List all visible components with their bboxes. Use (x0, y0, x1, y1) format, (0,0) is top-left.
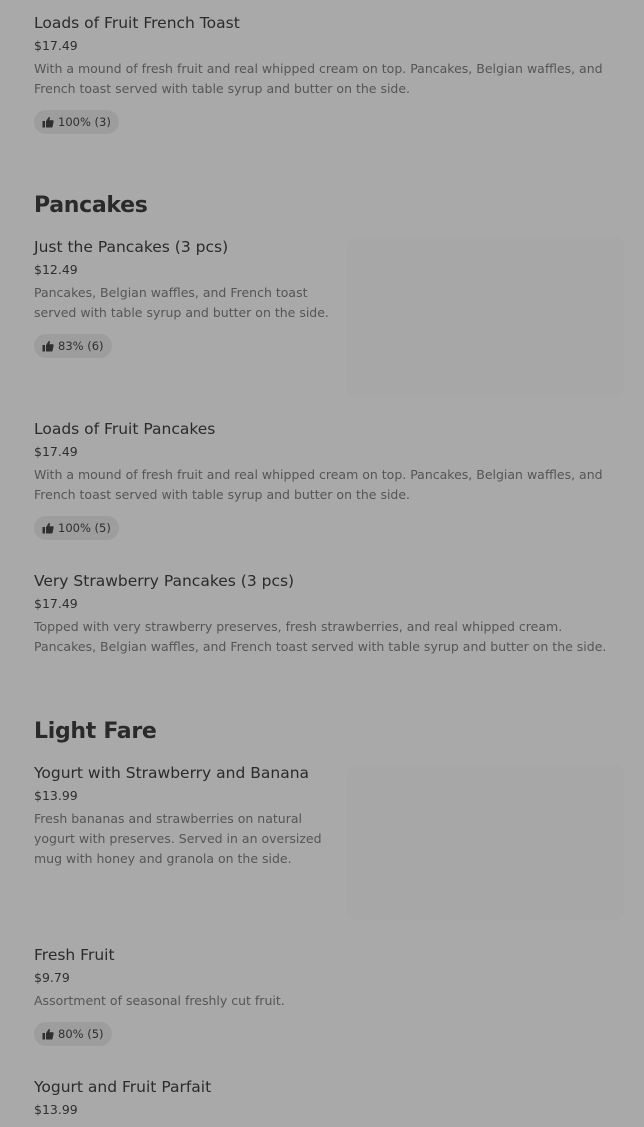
rating-badge[interactable]: 80% (5) (34, 1022, 112, 1046)
thumbs-up-icon (42, 1028, 54, 1040)
menu-item-yogurt-and-fruit-parfait[interactable]: Yogurt and Fruit Parfait $13.99 (34, 1077, 624, 1127)
menu-item-fresh-fruit[interactable]: Fresh Fruit $9.79 Assortment of seasonal… (34, 945, 624, 1049)
rating-text: 83% (6) (58, 339, 104, 353)
menu-item-very-strawberry-pancakes[interactable]: Very Strawberry Pancakes (3 pcs) $17.49 … (34, 571, 624, 661)
thumbs-up-icon (42, 340, 54, 352)
rating-badge[interactable]: 83% (6) (34, 334, 112, 358)
item-description: Fresh bananas and strawberries on natura… (34, 811, 322, 866)
item-price: $13.99 (34, 788, 78, 803)
thumbs-up-icon (42, 116, 54, 128)
item-image-yogurt-strawberry-banana[interactable] (347, 765, 624, 920)
item-description: With a mound of fresh fruit and real whi… (34, 61, 603, 96)
item-price: $17.49 (34, 444, 78, 459)
menu-page: Loads of Fruit French Toast $17.49 With … (0, 0, 644, 1127)
item-description: With a mound of fresh fruit and real whi… (34, 467, 603, 502)
section-title-light-fare: Light Fare (34, 719, 157, 744)
item-name: Yogurt with Strawberry and Banana (34, 764, 310, 782)
item-name: Just the Pancakes (3 pcs) (34, 238, 229, 256)
rating-text: 100% (5) (58, 521, 111, 535)
item-name: Very Strawberry Pancakes (3 pcs) (34, 572, 295, 590)
item-description: Pancakes, Belgian waffles, and French to… (34, 285, 329, 320)
rating-text: 80% (5) (58, 1027, 104, 1041)
item-name: Loads of Fruit Pancakes (34, 420, 216, 438)
item-name: Loads of Fruit French Toast (34, 14, 240, 32)
item-price: $13.99 (34, 1102, 78, 1117)
item-price: $17.49 (34, 596, 78, 611)
item-price: $12.49 (34, 262, 78, 277)
item-name: Fresh Fruit (34, 946, 115, 964)
rating-text: 100% (3) (58, 115, 111, 129)
section-title-pancakes: Pancakes (34, 193, 148, 218)
menu-item-yogurt-strawberry-banana[interactable]: Yogurt with Strawberry and Banana $13.99… (34, 763, 334, 873)
menu-item-loads-of-fruit-pancakes[interactable]: Loads of Fruit Pancakes $17.49 With a mo… (34, 419, 624, 543)
menu-item-just-the-pancakes[interactable]: Just the Pancakes (3 pcs) $12.49 Pancake… (34, 237, 334, 361)
menu-item-loads-of-fruit-french-toast[interactable]: Loads of Fruit French Toast $17.49 With … (34, 13, 624, 137)
rating-badge[interactable]: 100% (3) (34, 110, 119, 134)
item-description: Assortment of seasonal freshly cut fruit… (34, 993, 285, 1008)
rating-badge[interactable]: 100% (5) (34, 516, 119, 540)
item-price: $17.49 (34, 38, 78, 53)
item-description: Topped with very strawberry preserves, f… (34, 619, 607, 654)
thumbs-up-icon (42, 522, 54, 534)
item-price: $9.79 (34, 970, 70, 985)
item-image-just-the-pancakes[interactable] (347, 237, 624, 397)
item-name: Yogurt and Fruit Parfait (34, 1078, 212, 1096)
